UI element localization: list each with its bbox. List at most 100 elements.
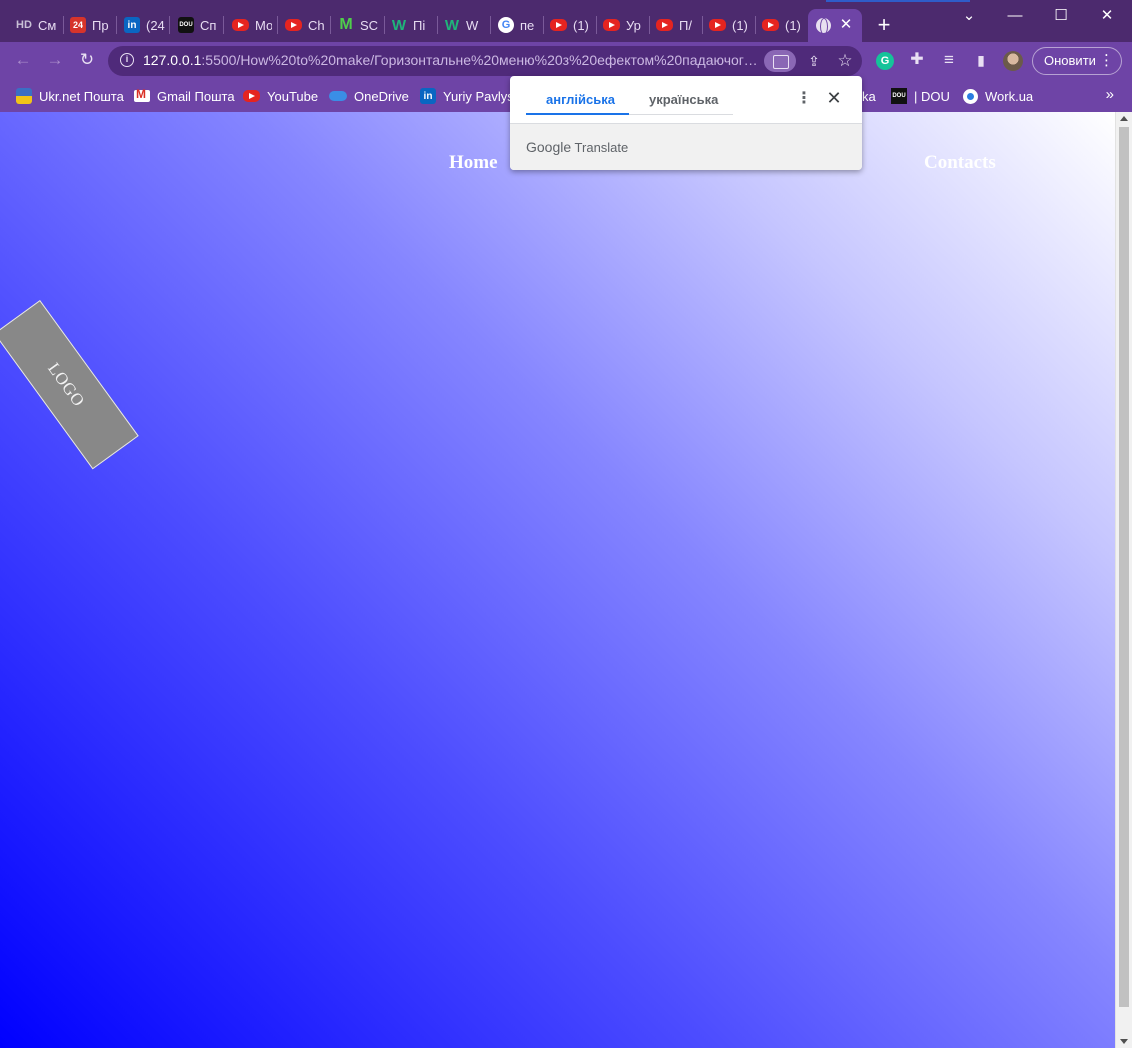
extensions-icon[interactable]: ✚ xyxy=(906,50,928,72)
hd-icon: HD xyxy=(16,19,32,31)
bookmarks-more-icon[interactable]: » xyxy=(1106,86,1114,103)
tab-4[interactable]: DOU Сп xyxy=(178,11,220,39)
bookmark-youtube[interactable]: YouTube xyxy=(243,86,318,106)
tab-7[interactable]: M SC xyxy=(338,11,380,39)
tab-english[interactable]: англійська xyxy=(546,92,615,107)
youtube-icon xyxy=(285,19,302,31)
bookmark-onedrive[interactable]: OneDrive xyxy=(329,86,409,106)
tab-label: (1) xyxy=(573,17,589,33)
tab-11[interactable]: (1) xyxy=(550,11,592,39)
youtube-icon xyxy=(603,19,620,31)
bookmark-workua[interactable]: Work.ua xyxy=(963,86,1033,106)
media-controls-icon[interactable]: ≡ xyxy=(938,50,960,72)
bookmark-label: Work.ua xyxy=(985,88,1034,104)
tab-separator xyxy=(702,16,703,34)
linkedin-icon: in xyxy=(124,17,140,33)
youtube-icon xyxy=(243,90,260,102)
active-tab-underline xyxy=(526,113,629,115)
translate-close-icon[interactable]: ✕ xyxy=(824,88,844,108)
maximize-button[interactable]: ☐ xyxy=(1038,4,1084,28)
back-button[interactable]: ← xyxy=(12,50,34,72)
brand-translate: Translate xyxy=(574,140,629,155)
nav-home-link[interactable]: Home xyxy=(449,152,498,174)
tab-5[interactable]: Мо xyxy=(232,11,272,39)
tab-separator xyxy=(543,16,544,34)
grammarly-icon[interactable]: G xyxy=(876,52,894,70)
tab-label: SC xyxy=(360,17,379,33)
tab-label: Пі xyxy=(413,17,426,33)
tab-close-icon[interactable]: ✕ xyxy=(839,17,853,33)
more-menu-icon[interactable]: ⋮ xyxy=(1099,48,1114,74)
tab-ukrainian[interactable]: українська xyxy=(649,92,718,107)
tab-2[interactable]: 24 Пр xyxy=(70,11,112,39)
tab-separator xyxy=(437,16,438,34)
bookmark-gmail[interactable]: Gmail Пошта xyxy=(134,86,235,106)
tab-separator xyxy=(63,16,64,34)
tab-1[interactable]: HD См xyxy=(16,11,58,39)
bookmark-linkedin[interactable]: in Yuriy Pavlysh xyxy=(420,86,521,106)
forward-button[interactable]: → xyxy=(44,50,66,72)
tab-13[interactable]: П/ xyxy=(656,11,696,39)
url-path: :5500/How%20to%20make/Горизонтальне%20ме… xyxy=(201,52,758,68)
translate-footer: Google Translate xyxy=(510,123,862,170)
browser-toolbar: ← → ↻ i 127.0.0.1:5500/How%20to%20make/Г… xyxy=(0,42,1132,80)
bookmark-ukrnet[interactable]: Ukr.net Пошта xyxy=(16,86,124,106)
tab-12[interactable]: Ур xyxy=(603,11,643,39)
m-icon: M xyxy=(339,16,353,33)
google-translate-brand: Google Translate xyxy=(526,139,628,155)
youtube-icon xyxy=(550,19,567,31)
side-panel-icon[interactable]: ▮ xyxy=(970,50,992,72)
tab-separator xyxy=(755,16,756,34)
tab-label: пе xyxy=(520,17,535,33)
tab-9[interactable]: W W xyxy=(444,11,484,39)
url-text[interactable]: 127.0.0.1:5500/How%20to%20make/Горизонта… xyxy=(143,52,758,70)
tab-label: П/ xyxy=(679,17,692,33)
dou-icon: DOU xyxy=(178,17,194,33)
scroll-thumb[interactable] xyxy=(1119,127,1129,1007)
globe-icon xyxy=(816,18,831,35)
tab-label: (1) xyxy=(785,17,801,33)
tab-separator xyxy=(277,16,278,34)
bookmark-label: Gmail Пошта xyxy=(157,88,235,104)
profile-avatar[interactable] xyxy=(1003,51,1023,71)
bookmark-dou[interactable]: DOU | DOU xyxy=(891,86,950,106)
tab-separator xyxy=(384,16,385,34)
share-icon[interactable]: ⇪ xyxy=(804,51,824,71)
update-button[interactable]: Оновити ⋮ xyxy=(1032,47,1122,75)
translate-icon[interactable] xyxy=(764,50,796,72)
tab-search-button[interactable]: ⌄ xyxy=(946,4,992,28)
minimize-button[interactable]: — xyxy=(992,4,1038,28)
new-tab-button[interactable]: + xyxy=(874,14,894,36)
translate-options-icon[interactable]: ⋮ xyxy=(796,89,812,109)
bookmark-star-icon[interactable]: ☆ xyxy=(835,51,855,71)
bookmark-partial[interactable]: ka xyxy=(862,86,876,106)
site-info-icon[interactable]: i xyxy=(120,53,134,67)
logo-text: LOGO xyxy=(44,358,89,410)
tab-15[interactable]: (1) xyxy=(762,11,804,39)
tab-6[interactable]: Ch xyxy=(285,11,325,39)
tab-separator xyxy=(596,16,597,34)
tab-10[interactable]: G пе xyxy=(498,11,540,39)
tab-label: Сп xyxy=(200,17,217,33)
tab-14[interactable]: (1) xyxy=(709,11,751,39)
window-close-button[interactable]: ✕ xyxy=(1084,4,1130,28)
scroll-down-arrow-icon[interactable] xyxy=(1120,1039,1128,1044)
tab-8[interactable]: W Пі xyxy=(391,11,431,39)
dou-icon: DOU xyxy=(891,88,907,104)
tab-label: (24 xyxy=(146,17,165,33)
address-bar[interactable]: i 127.0.0.1:5500/How%20to%20make/Горизон… xyxy=(108,46,862,76)
tab-label: Ch xyxy=(308,17,325,33)
tab-label: W xyxy=(466,17,479,33)
linkedin-icon: in xyxy=(420,88,436,104)
url-host: 127.0.0.1 xyxy=(143,52,202,68)
youtube-icon xyxy=(709,19,726,31)
scroll-up-arrow-icon[interactable] xyxy=(1120,116,1128,121)
vertical-scrollbar[interactable] xyxy=(1115,112,1132,1048)
logo[interactable]: LOGO xyxy=(0,300,139,470)
tab-label: Пр xyxy=(92,17,109,33)
tab-label: Мо xyxy=(255,17,272,33)
reload-button[interactable]: ↻ xyxy=(76,50,98,72)
nav-contacts-link[interactable]: Contacts xyxy=(924,152,996,174)
tab-3[interactable]: in (24 xyxy=(124,11,166,39)
w-icon: W xyxy=(391,16,407,34)
